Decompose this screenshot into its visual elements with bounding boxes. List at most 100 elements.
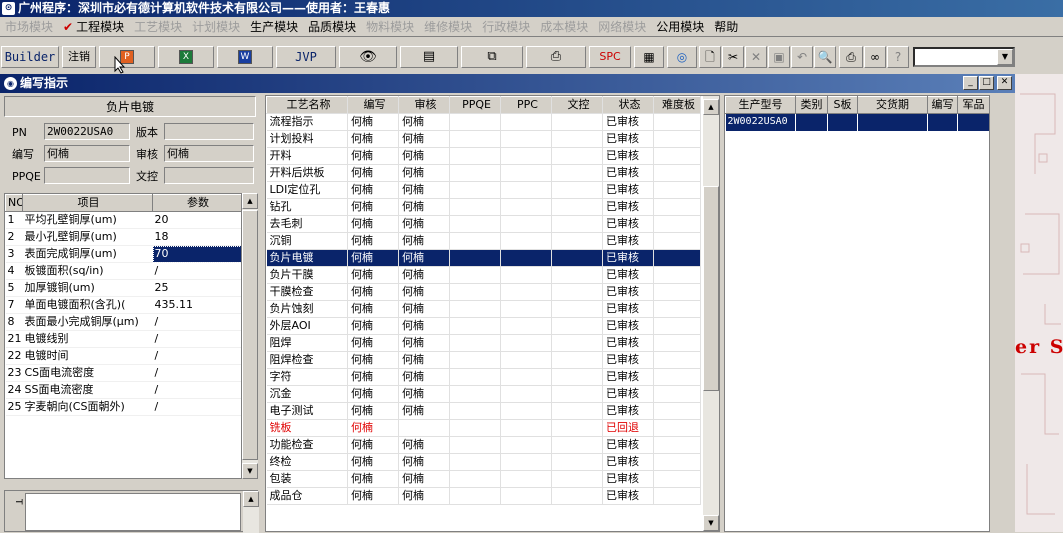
table-cell[interactable]: 何楠 xyxy=(398,215,450,233)
table-cell[interactable]: 7 xyxy=(5,296,23,314)
table-cell[interactable]: 负片电镀 xyxy=(266,249,348,267)
column-header[interactable]: NO xyxy=(5,194,23,212)
table-cell[interactable] xyxy=(500,266,552,284)
table-row[interactable]: 去毛刺 何楠 何楠 已审核 xyxy=(266,215,701,233)
memo-field[interactable]: T ▲ xyxy=(4,490,259,533)
table-cell[interactable]: 电镀时间 xyxy=(22,347,153,365)
table-cell[interactable] xyxy=(500,419,552,437)
web-button[interactable]: ◎ xyxy=(667,46,697,68)
order-grid[interactable]: 生产型号 类别 S板 交货期 编写 军品 2W0022USA0 xyxy=(724,95,990,532)
table-cell[interactable] xyxy=(653,402,701,420)
table-cell[interactable] xyxy=(449,385,501,403)
table-row[interactable]: 计划投料 何楠 何楠 已审核 xyxy=(266,130,701,148)
table-row[interactable]: 7 单面电镀面积(含孔)(435.11 xyxy=(5,296,241,314)
table-row[interactable]: 流程指示 何楠 何楠 已审核 xyxy=(266,113,701,131)
table-cell[interactable] xyxy=(653,232,701,250)
table-cell[interactable]: 何楠 xyxy=(347,419,399,437)
table-cell[interactable]: 何楠 xyxy=(347,317,399,335)
table-cell[interactable]: 18 xyxy=(152,228,241,246)
table-cell[interactable] xyxy=(449,334,501,352)
column-header[interactable]: 参数 xyxy=(152,194,241,212)
table-row[interactable]: 阻焊检查 何楠 何楠 已审核 xyxy=(266,351,701,369)
table-cell[interactable]: 已审核 xyxy=(602,453,654,471)
minimize-button[interactable]: _ xyxy=(963,76,978,90)
table-cell[interactable]: / xyxy=(152,381,241,399)
table-row[interactable]: 干膜检查 何楠 何楠 已审核 xyxy=(266,283,701,301)
table-cell[interactable]: SS面电流密度 xyxy=(22,381,153,399)
table-cell[interactable] xyxy=(500,368,552,386)
table-cell[interactable] xyxy=(449,249,501,267)
table-cell[interactable]: 何楠 xyxy=(398,113,450,131)
table-cell[interactable]: 何楠 xyxy=(347,249,399,267)
table-cell[interactable] xyxy=(449,130,501,148)
table-cell[interactable]: 沉金 xyxy=(266,385,348,403)
table-cell[interactable]: 何楠 xyxy=(347,215,399,233)
table-cell[interactable]: 字麦朝向(CS面朝外) xyxy=(22,398,153,416)
table-cell[interactable] xyxy=(551,470,603,488)
table-cell[interactable] xyxy=(500,402,552,420)
table-cell[interactable]: 何楠 xyxy=(398,487,450,505)
table-cell[interactable]: 已审核 xyxy=(602,147,654,165)
table-cell[interactable] xyxy=(551,232,603,250)
table-row[interactable]: 钻孔 何楠 何楠 已审核 xyxy=(266,198,701,216)
table-cell[interactable] xyxy=(500,487,552,505)
table-cell[interactable]: 负片干膜 xyxy=(266,266,348,284)
table-cell[interactable]: 何楠 xyxy=(347,198,399,216)
table-cell[interactable] xyxy=(500,453,552,471)
print-preview-button[interactable]: ⎙ xyxy=(526,46,586,68)
table-row[interactable]: 成品仓 何楠 何楠 已审核 xyxy=(266,487,701,505)
menu-item[interactable]: 网络模块 xyxy=(593,17,651,37)
table-cell[interactable] xyxy=(653,113,701,131)
table-cell[interactable] xyxy=(449,232,501,250)
table-cell[interactable]: 何楠 xyxy=(398,300,450,318)
table-cell[interactable]: 平均孔壁铜厚(um) xyxy=(22,211,153,229)
table-cell[interactable]: 何楠 xyxy=(347,300,399,318)
table-cell[interactable] xyxy=(500,249,552,267)
table-cell[interactable] xyxy=(653,419,701,437)
table-cell[interactable]: 外层AOI xyxy=(266,317,348,335)
scroll-down-icon[interactable]: ▼ xyxy=(703,515,719,531)
table-row[interactable]: 开料 何楠 何楠 已审核 xyxy=(266,147,701,165)
table-cell[interactable] xyxy=(857,113,928,131)
table-cell[interactable]: 已审核 xyxy=(602,232,654,250)
table-cell[interactable] xyxy=(653,181,701,199)
table-cell[interactable] xyxy=(449,266,501,284)
table-cell[interactable] xyxy=(449,368,501,386)
table-row[interactable]: 5 加厚镀铜(um) 25 xyxy=(5,279,241,297)
table-cell[interactable] xyxy=(449,283,501,301)
table-cell[interactable]: 沉铜 xyxy=(266,232,348,250)
table-cell[interactable]: 已回退 xyxy=(602,419,654,437)
table-cell[interactable] xyxy=(449,317,501,335)
table-cell[interactable] xyxy=(927,113,958,131)
table-cell[interactable] xyxy=(500,232,552,250)
table-cell[interactable] xyxy=(653,385,701,403)
table-cell[interactable]: 何楠 xyxy=(347,453,399,471)
table-cell[interactable]: 何楠 xyxy=(398,249,450,267)
table-cell[interactable]: 已审核 xyxy=(602,130,654,148)
table-row[interactable]: 1 平均孔壁铜厚(um) 20 xyxy=(5,211,241,229)
table-cell[interactable]: 何楠 xyxy=(398,232,450,250)
table-cell[interactable]: 表面最小完成铜厚(μm) xyxy=(22,313,153,331)
table-cell[interactable]: 何楠 xyxy=(398,198,450,216)
table-cell[interactable]: 干膜检查 xyxy=(266,283,348,301)
table-cell[interactable]: 何楠 xyxy=(398,385,450,403)
table-cell[interactable]: 何楠 xyxy=(347,266,399,284)
table-cell[interactable] xyxy=(500,164,552,182)
table-cell[interactable]: 已审核 xyxy=(602,487,654,505)
table-cell[interactable]: 阻焊检查 xyxy=(266,351,348,369)
table-cell[interactable] xyxy=(449,487,501,505)
menu-item[interactable]: 公用模块 xyxy=(651,17,709,37)
column-header[interactable]: 项目 xyxy=(22,194,153,212)
table-cell[interactable] xyxy=(551,487,603,505)
table-cell[interactable]: 终检 xyxy=(266,453,348,471)
table-cell[interactable]: 成品仓 xyxy=(266,487,348,505)
table-cell[interactable]: 20 xyxy=(152,211,241,229)
column-header[interactable]: 难度板 xyxy=(653,96,701,114)
table-cell[interactable]: 何楠 xyxy=(347,402,399,420)
table-cell[interactable] xyxy=(500,147,552,165)
table-row[interactable]: 23 CS面电流密度 / xyxy=(5,364,241,382)
table-cell[interactable]: 开料 xyxy=(266,147,348,165)
process-grid[interactable]: 工艺名称 编写 审核 PPQE PPC 文控 状态 难度板 流程指示 何楠 何楠 已审核 计划投料 何楠… xyxy=(265,95,720,532)
table-cell[interactable] xyxy=(500,385,552,403)
table-cell[interactable]: 何楠 xyxy=(347,130,399,148)
